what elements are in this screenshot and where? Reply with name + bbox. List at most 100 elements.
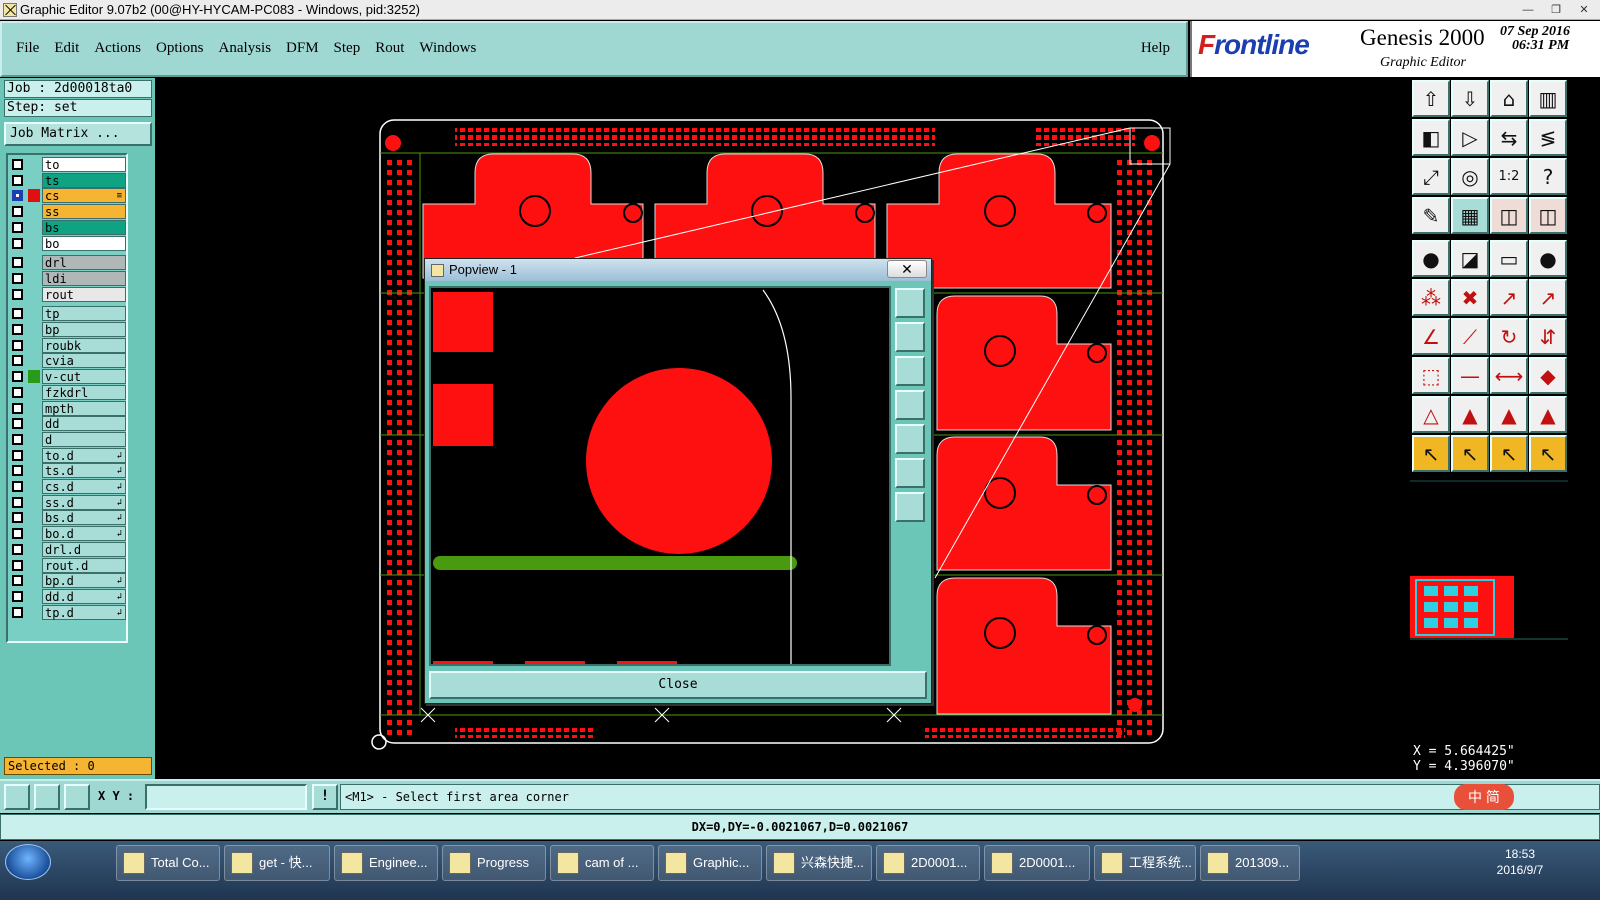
- layer-row-rout-d[interactable]: rout.d: [10, 557, 126, 573]
- popview-zoom-out-button[interactable]: [895, 492, 925, 522]
- restore-button[interactable]: ❐: [1542, 0, 1570, 20]
- layer-row-drl-d[interactable]: drl.d: [10, 541, 126, 557]
- layer-row-fzkdrl[interactable]: fzkdrl: [10, 384, 126, 400]
- layer-row-ts-d[interactable]: ts.d ↲: [10, 463, 126, 479]
- layer-checkbox[interactable]: [12, 465, 23, 477]
- measure-mode-button[interactable]: [34, 784, 60, 810]
- layer-name[interactable]: cs.d ↲: [42, 479, 126, 494]
- layer-name[interactable]: bp.d ↲: [42, 573, 126, 589]
- layer-name[interactable]: rout: [42, 286, 126, 302]
- popview-pan-left-button[interactable]: [895, 390, 925, 420]
- tool-grid-icon[interactable]: ▦: [1451, 197, 1489, 234]
- layer-checkbox[interactable]: [12, 190, 23, 202]
- layer-row-cs[interactable]: cs ≡: [10, 188, 126, 204]
- layer-name[interactable]: to.d ↲: [42, 447, 126, 463]
- start-button[interactable]: [5, 844, 51, 880]
- tool-ratio-icon[interactable]: 1:2: [1490, 158, 1528, 195]
- grid-mode-button[interactable]: [64, 784, 90, 810]
- layer-checkbox[interactable]: [12, 575, 23, 587]
- layer-row-bp[interactable]: bp: [10, 322, 126, 337]
- tool-arc-icon[interactable]: ↻: [1490, 318, 1528, 355]
- layer-checkbox[interactable]: [12, 174, 23, 186]
- layer-row-drl[interactable]: drl: [10, 255, 126, 271]
- layer-name[interactable]: ss: [42, 204, 126, 220]
- tool-pad-icon[interactable]: ●: [1412, 240, 1450, 277]
- popview-pan-up-button[interactable]: [895, 322, 925, 352]
- tool-tools-icon[interactable]: ✎: [1412, 197, 1450, 234]
- layer-name[interactable]: drl.d: [42, 541, 126, 557]
- tool-ruler-icon[interactable]: ▭: [1490, 240, 1528, 277]
- layer-row-ss[interactable]: ss: [10, 204, 126, 220]
- tool-select-icon[interactable]: ↖: [1412, 435, 1450, 472]
- layer-checkbox[interactable]: [12, 371, 23, 383]
- tool-node-icon[interactable]: ⬚: [1412, 357, 1450, 394]
- tool-window-icon[interactable]: ▥: [1529, 80, 1567, 117]
- menu-rout[interactable]: Rout: [375, 40, 404, 57]
- taskbar-item[interactable]: 2D0001...: [876, 845, 980, 881]
- layer-checkbox[interactable]: [12, 324, 23, 335]
- menu-analysis[interactable]: Analysis: [219, 40, 272, 57]
- tool-zoom-fit-icon[interactable]: ⤢: [1412, 158, 1450, 195]
- layer-checkbox[interactable]: [12, 559, 23, 571]
- job-matrix-button[interactable]: Job Matrix ...: [4, 122, 152, 146]
- tool-triangle-icon[interactable]: △: [1412, 396, 1450, 433]
- layer-row-bo[interactable]: bo: [10, 235, 126, 251]
- layer-name[interactable]: dd.d ↲: [42, 588, 126, 604]
- layer-row-bs[interactable]: bs: [10, 219, 126, 235]
- minimize-button[interactable]: —: [1514, 0, 1542, 20]
- menu-help[interactable]: Help: [1141, 40, 1170, 57]
- layer-row-mpth[interactable]: mpth: [10, 400, 126, 416]
- layer-row-roubk[interactable]: roubk: [10, 337, 126, 353]
- tool-zoom-center-icon[interactable]: ◎: [1451, 158, 1489, 195]
- popview-zoom-in-button[interactable]: [895, 458, 925, 488]
- tool-triangle-b-icon[interactable]: ▲: [1490, 396, 1528, 433]
- layer-row-tp-d[interactable]: tp.d ↲: [10, 604, 126, 620]
- layer-row-ss-d[interactable]: ss.d ↲: [10, 494, 126, 510]
- layer-name[interactable]: mpth: [42, 400, 126, 416]
- layer-name[interactable]: cvia: [42, 353, 126, 369]
- popview-pan-down-button[interactable]: [895, 356, 925, 386]
- layer-checkbox[interactable]: [12, 159, 23, 170]
- tool-feature-icon[interactable]: ◪: [1451, 240, 1489, 277]
- tool-triangle-a-icon[interactable]: ▲: [1451, 396, 1489, 433]
- layer-name[interactable]: ts: [42, 172, 126, 188]
- tool-bar-icon[interactable]: —: [1451, 357, 1489, 394]
- layer-row-cvia[interactable]: cvia: [10, 353, 126, 369]
- menu-options[interactable]: Options: [156, 40, 204, 57]
- tool-flip-icon[interactable]: ⇵: [1529, 318, 1567, 355]
- layer-row-dd[interactable]: dd: [10, 416, 126, 432]
- layer-name[interactable]: bp: [42, 322, 126, 337]
- tool-cross-icon[interactable]: ✖: [1451, 279, 1489, 316]
- tool-layer-a-icon[interactable]: ◫: [1490, 197, 1528, 234]
- tool-select-edit-icon[interactable]: ↖: [1451, 435, 1489, 472]
- layer-checkbox[interactable]: [12, 355, 23, 367]
- clock[interactable]: 18:53 2016/9/7: [1450, 846, 1590, 878]
- menu-dfm[interactable]: DFM: [286, 40, 319, 57]
- layer-checkbox[interactable]: [12, 433, 23, 445]
- layer-checkbox[interactable]: [12, 481, 23, 492]
- taskbar-item[interactable]: Total Co...: [116, 845, 220, 881]
- popview-close-button[interactable]: Close: [429, 671, 927, 699]
- layer-checkbox[interactable]: [12, 308, 23, 320]
- layer-checkbox[interactable]: [12, 257, 23, 269]
- taskbar-item[interactable]: 兴森快捷...: [766, 845, 872, 881]
- layer-checkbox[interactable]: [12, 221, 23, 233]
- layer-checkbox[interactable]: [12, 237, 23, 249]
- tool-swap-icon[interactable]: ≶: [1529, 119, 1567, 156]
- layer-row-cs-d[interactable]: cs.d ↲: [10, 479, 126, 494]
- layer-row-v-cut[interactable]: v-cut: [10, 369, 126, 385]
- taskbar-item[interactable]: 2D0001...: [984, 845, 1090, 881]
- layer-checkbox[interactable]: [12, 206, 23, 218]
- layer-checkbox[interactable]: [12, 528, 23, 540]
- tool-circle-icon[interactable]: ●: [1529, 240, 1567, 277]
- menu-windows[interactable]: Windows: [419, 40, 476, 57]
- tool-diag-icon[interactable]: ⟋: [1451, 318, 1489, 355]
- layer-name[interactable]: bs.d ↲: [42, 510, 126, 526]
- layer-name[interactable]: tp.d ↲: [42, 604, 126, 620]
- layer-row-d[interactable]: d: [10, 431, 126, 447]
- popview-pan-right-button[interactable]: [895, 424, 925, 454]
- overview-thumbnail[interactable]: [1410, 480, 1568, 730]
- layer-row-bs-d[interactable]: bs.d ↲: [10, 510, 126, 526]
- layer-checkbox[interactable]: [12, 606, 23, 618]
- tool-pan-right-icon[interactable]: ▷: [1451, 119, 1489, 156]
